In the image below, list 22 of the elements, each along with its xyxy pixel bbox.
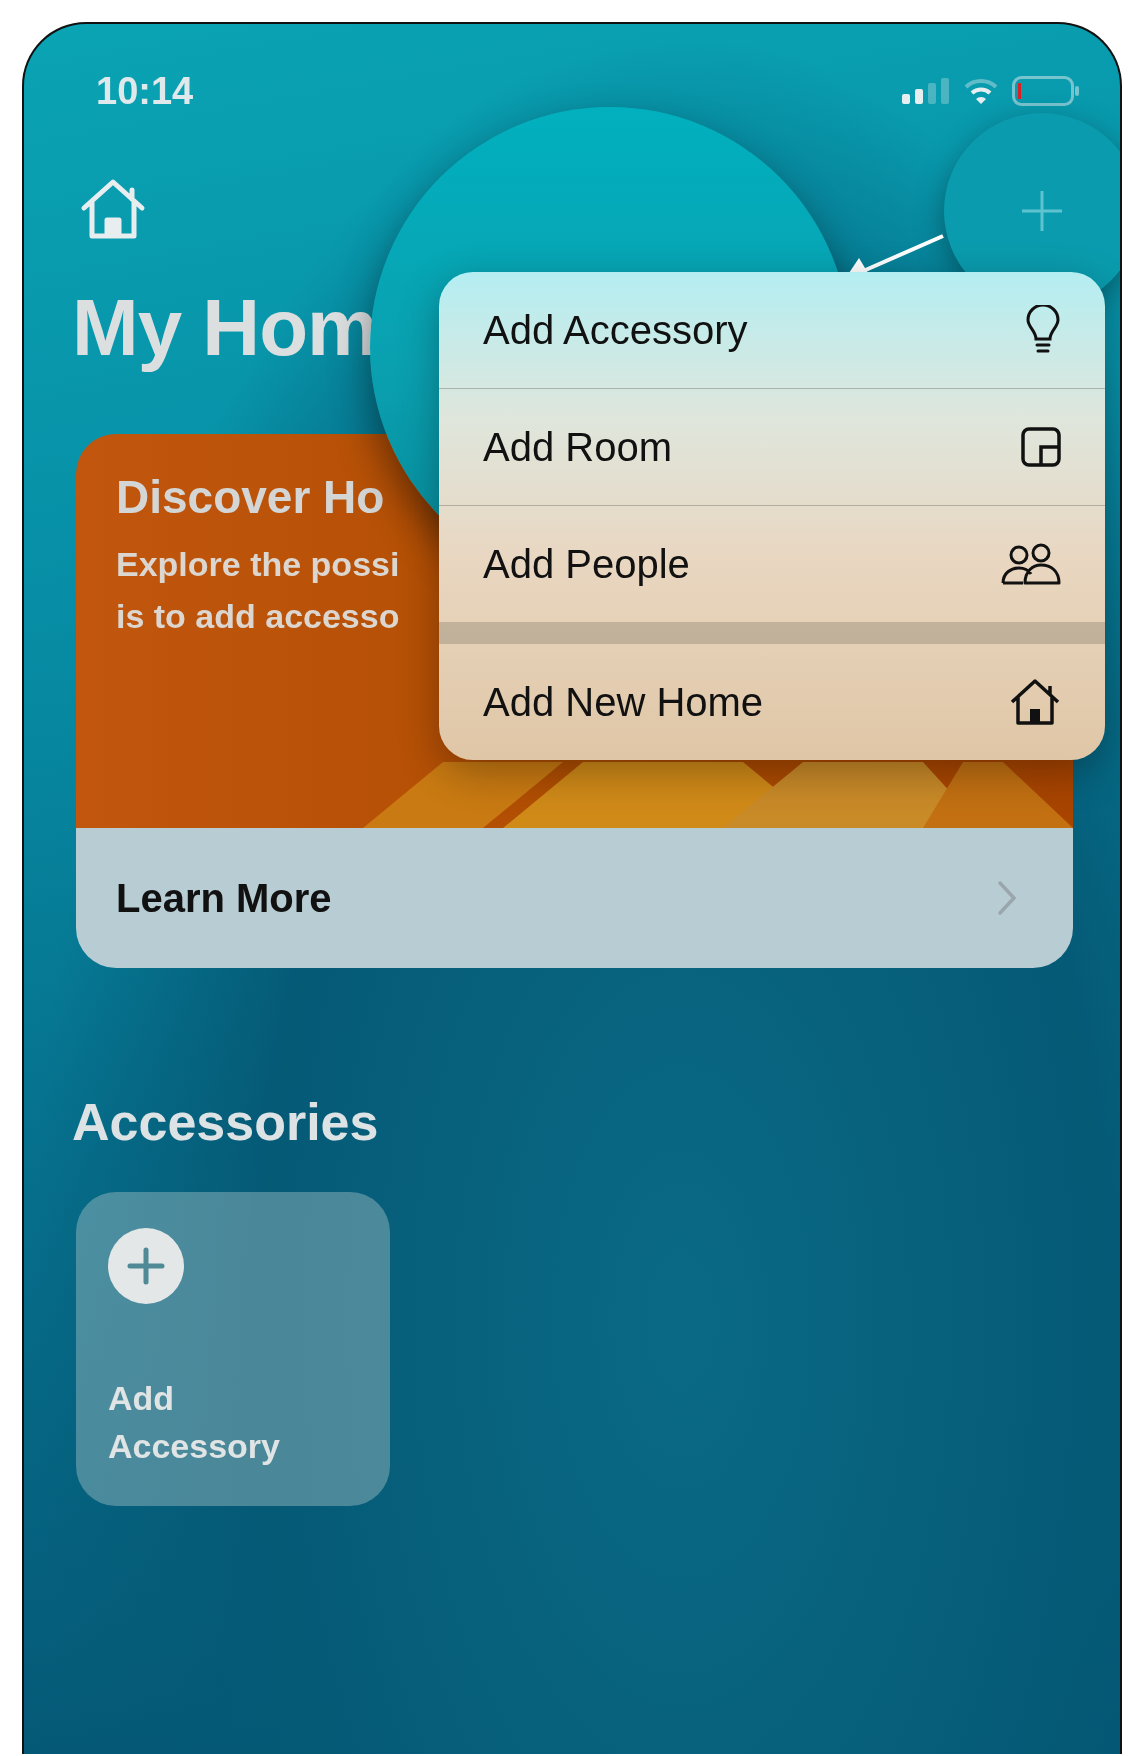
battery-icon bbox=[1012, 76, 1080, 106]
people-icon bbox=[1001, 543, 1061, 585]
home-icon[interactable] bbox=[80, 178, 146, 240]
page-title: My Hom bbox=[72, 282, 378, 374]
chevron-icon bbox=[997, 880, 1017, 916]
section-heading: Accessories bbox=[72, 1092, 380, 1152]
wifi-icon bbox=[964, 78, 998, 104]
tile-label: Add Accessory bbox=[108, 1378, 281, 1467]
signal-icon bbox=[902, 78, 950, 104]
plus-icon bbox=[1020, 189, 1064, 233]
home-icon bbox=[1009, 678, 1061, 726]
plus-circle-icon bbox=[108, 1228, 184, 1304]
card-description: Explore the possi is to add accesso bbox=[116, 544, 400, 637]
menu-item[interactable]: Add New Home bbox=[439, 644, 1105, 760]
menu-item[interactable]: Add Accessory bbox=[439, 272, 1105, 389]
menu-item[interactable]: Add People bbox=[439, 506, 1105, 622]
card-title: Discover Ho bbox=[116, 470, 385, 524]
lightbulb-icon bbox=[1025, 305, 1061, 355]
menu-item[interactable]: Add Room bbox=[439, 389, 1105, 506]
room-icon bbox=[1021, 427, 1061, 467]
learn-more-link[interactable]: Learn More bbox=[116, 875, 332, 921]
status-time: 10:14 bbox=[96, 69, 194, 113]
